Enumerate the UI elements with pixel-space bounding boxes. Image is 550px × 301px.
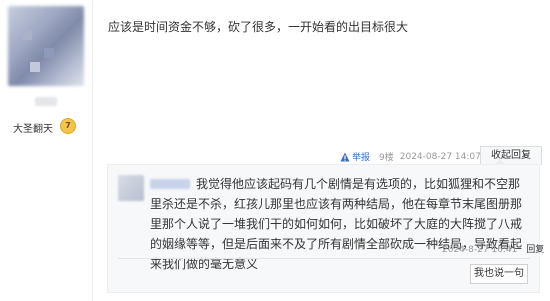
reply-divider bbox=[118, 258, 530, 259]
author-sidebar: 大圣翻天 7 bbox=[0, 0, 92, 301]
reply-avatar[interactable] bbox=[118, 175, 144, 201]
floor-number: 9楼 bbox=[379, 153, 394, 163]
avatar-pixel bbox=[44, 48, 54, 58]
level-badge: 7 bbox=[60, 118, 76, 134]
reply-content: 我觉得他应该起码有几个剧情是有选项的，比如狐狸和不空那里杀还是不杀，红孩儿那里也… bbox=[150, 177, 523, 271]
post-content: 应该是时间资金不够，砍了很多，一开始看的出目标很大 bbox=[108, 20, 409, 34]
column-divider bbox=[92, 0, 93, 301]
reply-time: 2024-8-27 16:41 bbox=[442, 245, 518, 255]
reply-author-blurred[interactable] bbox=[150, 179, 190, 189]
report-icon[interactable] bbox=[340, 152, 350, 162]
report-link[interactable]: 举报 bbox=[352, 150, 370, 163]
reply-meta: 2024-8-27 16:41 回复 bbox=[442, 242, 544, 255]
post-time: 2024-08-27 14:07 bbox=[399, 151, 481, 162]
collapse-replies-button[interactable]: 收起回复 bbox=[480, 146, 542, 165]
author-avatar[interactable] bbox=[8, 6, 84, 86]
author-id-blurred bbox=[35, 97, 57, 106]
add-reply-button[interactable]: 我也说一句 bbox=[470, 264, 528, 284]
avatar-pixel bbox=[30, 62, 40, 72]
post-meta: 举报 9楼 2024-08-27 14:07 bbox=[340, 150, 501, 163]
reply-link[interactable]: 回复 bbox=[526, 245, 544, 255]
avatar-pixel bbox=[22, 30, 32, 40]
author-name[interactable]: 大圣翻天 bbox=[13, 120, 53, 135]
